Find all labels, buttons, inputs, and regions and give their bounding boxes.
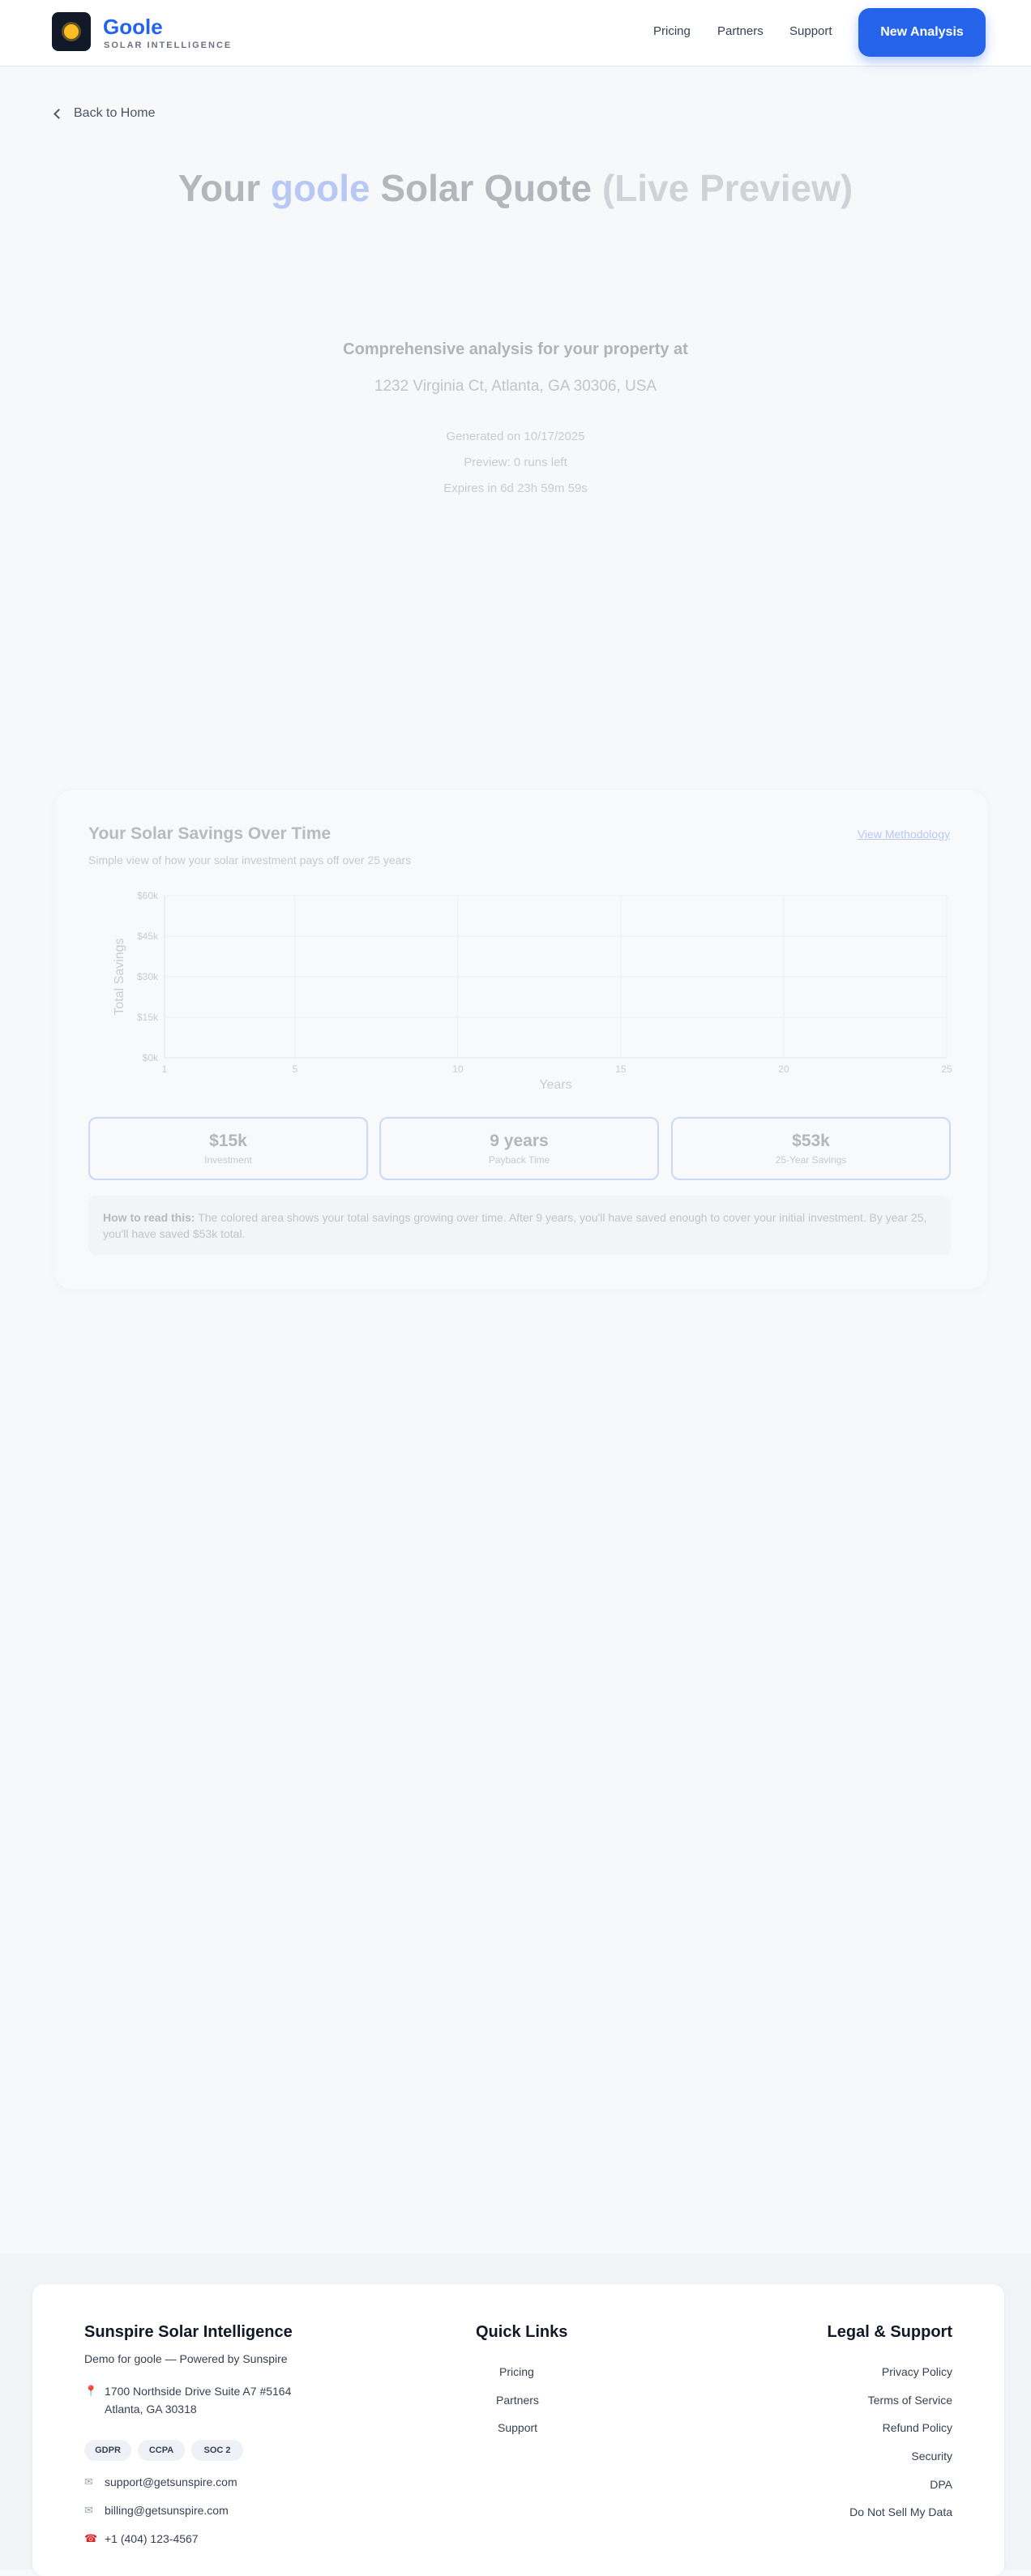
howto-label: How to read this: [103, 1211, 195, 1224]
badge-ccpa: CCPA [138, 2440, 185, 2461]
savings-card: Your Solar Savings Over Time Simple view… [55, 790, 987, 1289]
footer-link-support[interactable]: Support [498, 2421, 537, 2434]
stat-investment: $15k Investment [88, 1117, 368, 1180]
expires-countdown: Expires in 6d 23h 59m 59s [443, 481, 588, 495]
terms-link[interactable]: Terms of Service [868, 2394, 952, 2407]
x-tick-label: 10 [452, 1063, 464, 1075]
y-axis-label: Total Savings [113, 938, 126, 1015]
y-tick-label: $0k [143, 1052, 159, 1063]
logo[interactable] [52, 12, 91, 51]
x-tick-label: 20 [778, 1063, 789, 1075]
howto-text: The colored area shows your total saving… [103, 1211, 927, 1240]
view-methodology-link[interactable]: View Methodology [858, 828, 950, 841]
title-brand: goole [270, 167, 370, 209]
stat-value: $53k [792, 1132, 830, 1150]
y-tick-label: $60k [137, 890, 159, 901]
stat-25yr-savings: $53k 25-Year Savings [671, 1117, 951, 1180]
chevron-left-icon [53, 108, 64, 119]
top-header: Goole SOLAR INTELLIGENCE Pricing Partner… [0, 0, 1031, 66]
dpa-link[interactable]: DPA [930, 2478, 952, 2491]
quick-links-title: Quick Links [476, 2323, 568, 2341]
refund-policy-link[interactable]: Refund Policy [883, 2421, 952, 2434]
brand-name[interactable]: Goole [103, 15, 163, 40]
footer-tagline: Demo for goole — Powered by Sunspire [84, 2352, 288, 2365]
how-to-read-note: How to read this: The colored area shows… [88, 1196, 951, 1255]
title-live-preview: (Live Preview) [601, 167, 853, 209]
support-email-link[interactable]: support@getsunspire.com [105, 2475, 237, 2488]
y-tick-label: $30k [137, 971, 159, 982]
savings-title: Your Solar Savings Over Time [88, 824, 332, 843]
page-title: Your goole Solar Quote (Live Preview) [0, 166, 1031, 210]
badge-soc2: SOC 2 [191, 2440, 243, 2461]
footer-address-line2: Atlanta, GA 30318 [105, 2403, 197, 2416]
property-subheading: Comprehensive analysis for your property… [343, 340, 688, 358]
x-tick-label: 25 [941, 1063, 952, 1075]
back-label: Back to Home [74, 106, 156, 120]
stat-label: Payback Time [488, 1154, 550, 1166]
y-tick-label: $15k [137, 1012, 159, 1023]
back-to-home-link[interactable]: Back to Home [53, 106, 156, 121]
stat-label: 25-Year Savings [775, 1154, 847, 1166]
preview-runs: Preview: 0 runs left [464, 456, 567, 469]
footer: Sunspire Solar Intelligence Demo for goo… [32, 2284, 1004, 2576]
privacy-policy-link[interactable]: Privacy Policy [882, 2365, 952, 2378]
stat-label: Investment [204, 1154, 252, 1166]
x-tick-label: 15 [615, 1063, 627, 1075]
phone-icon: ☎ [84, 2532, 98, 2544]
x-axis-label: Years [539, 1078, 571, 1092]
property-address: 1232 Virginia Ct, Atlanta, GA 30306, USA [374, 378, 657, 395]
new-analysis-button[interactable]: New Analysis [858, 8, 986, 57]
do-not-sell-link[interactable]: Do Not Sell My Data [849, 2505, 952, 2518]
x-tick-label: 1 [162, 1063, 168, 1075]
stat-payback: 9 years Payback Time [379, 1117, 659, 1180]
legal-title: Legal & Support [827, 2323, 952, 2341]
nav-partners[interactable]: Partners [717, 24, 764, 38]
badge-gdpr: GDPR [84, 2440, 131, 2461]
savings-chart: $0k$15k$30k$45k$60k1 5 10 15 20 25YearsTotal … [113, 890, 952, 1092]
mail-icon: ✉ [84, 2475, 93, 2488]
phone-link[interactable]: +1 (404) 123-4567 [105, 2532, 199, 2545]
footer-company: Sunspire Solar Intelligence [84, 2323, 293, 2341]
nav-pricing[interactable]: Pricing [653, 24, 691, 38]
footer-address-line1: 1700 Northside Drive Suite A7 #5164 [105, 2385, 292, 2398]
nav-support[interactable]: Support [789, 24, 832, 38]
footer-link-partners[interactable]: Partners [496, 2394, 539, 2407]
generated-date: Generated on 10/17/2025 [446, 430, 585, 443]
footer-link-pricing[interactable]: Pricing [499, 2365, 534, 2378]
stat-value: $15k [209, 1132, 247, 1150]
x-tick-label: 5 [292, 1063, 297, 1075]
title-prefix: Your [178, 167, 271, 209]
map-pin-icon: 📍 [84, 2385, 98, 2397]
billing-email-link[interactable]: billing@getsunspire.com [105, 2504, 229, 2517]
mail-icon: ✉ [84, 2504, 93, 2516]
title-mid: Solar Quote [370, 167, 602, 209]
savings-subtitle: Simple view of how your solar investment… [88, 854, 412, 867]
brand-subtitle: SOLAR INTELLIGENCE [104, 41, 233, 50]
y-tick-label: $45k [137, 931, 159, 942]
security-link[interactable]: Security [911, 2450, 952, 2463]
sun-icon [64, 24, 79, 39]
stat-value: 9 years [490, 1132, 549, 1150]
